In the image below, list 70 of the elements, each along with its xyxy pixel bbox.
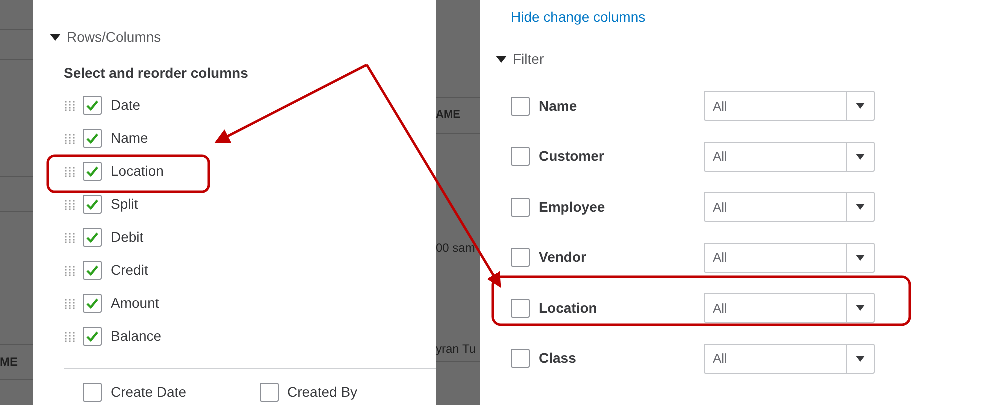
checkbox[interactable] — [83, 96, 102, 115]
checkbox[interactable] — [511, 147, 530, 166]
drag-handle-icon[interactable] — [65, 332, 75, 342]
caret-down-icon — [856, 204, 865, 210]
checkbox[interactable] — [511, 198, 530, 217]
checkbox[interactable] — [83, 162, 102, 181]
caret-down-icon — [856, 356, 865, 362]
filter-label: Location — [539, 298, 598, 318]
checkbox[interactable] — [83, 195, 102, 214]
checkbox[interactable] — [511, 298, 530, 318]
drag-handle-icon[interactable] — [65, 166, 75, 176]
filter-label: Name — [539, 96, 578, 116]
table-cell-text: yran Tu — [436, 341, 476, 358]
section-title[interactable]: Filter — [513, 48, 544, 70]
checkmark-icon — [86, 166, 99, 177]
column-label: Balance — [111, 327, 162, 346]
caret-down-icon[interactable] — [496, 54, 507, 64]
column-label: Created By — [288, 382, 358, 402]
filter-label: Vendor — [539, 248, 588, 268]
drag-handle-icon[interactable] — [65, 266, 75, 276]
column-label: Split — [111, 195, 138, 214]
checkmark-icon — [86, 265, 99, 276]
checkbox[interactable] — [511, 96, 530, 116]
checkbox[interactable] — [511, 349, 530, 368]
filter-label: Class — [539, 349, 578, 368]
drag-handle-icon[interactable] — [65, 100, 75, 110]
column-header: AME — [436, 108, 460, 124]
filter-dropdown[interactable]: All — [704, 344, 875, 374]
column-label: Debit — [111, 228, 144, 247]
column-header: ME — [0, 354, 18, 371]
column-label: Date — [111, 96, 141, 115]
column-label: Location — [111, 162, 164, 181]
checkbox[interactable] — [83, 382, 102, 402]
caret-down-icon — [856, 305, 865, 312]
column-label: Create Date — [111, 382, 186, 402]
checkmark-icon — [86, 331, 99, 342]
section-heading: Select and reorder columns — [64, 64, 248, 82]
section-title[interactable]: Rows/Columns — [67, 26, 162, 48]
caret-down-icon — [856, 254, 865, 261]
drag-handle-icon[interactable] — [65, 134, 75, 144]
checkmark-icon — [86, 133, 99, 144]
checkbox[interactable] — [83, 261, 102, 280]
column-label: Name — [111, 129, 148, 148]
column-label: Credit — [111, 261, 148, 280]
checkbox[interactable] — [260, 382, 278, 402]
hide-columns-link[interactable]: Hide change columns — [511, 6, 646, 28]
checkbox[interactable] — [83, 327, 102, 346]
checkbox[interactable] — [83, 129, 102, 148]
checkmark-icon — [86, 100, 99, 111]
filter-dropdown[interactable]: All — [704, 242, 875, 273]
caret-down-icon — [856, 154, 865, 160]
checkmark-icon — [86, 232, 99, 243]
checkbox[interactable] — [511, 248, 530, 268]
filter-label: Employee — [539, 198, 606, 217]
filter-dropdown[interactable]: All — [704, 142, 875, 172]
drag-handle-icon[interactable] — [65, 200, 75, 210]
drag-handle-icon[interactable] — [65, 298, 75, 308]
column-label: Amount — [111, 294, 160, 313]
filter-dropdown[interactable]: All — [704, 293, 875, 324]
caret-down-icon — [856, 103, 865, 110]
drag-handle-icon[interactable] — [65, 232, 75, 242]
filter-dropdown[interactable]: All — [704, 192, 875, 222]
checkmark-icon — [86, 199, 99, 210]
checkbox[interactable] — [83, 294, 102, 313]
table-cell-text: 00 sam — [436, 240, 476, 257]
filter-dropdown[interactable]: All — [704, 91, 875, 122]
filter-label: Customer — [539, 147, 606, 166]
checkbox[interactable] — [83, 228, 102, 247]
checkmark-icon — [86, 298, 99, 309]
caret-down-icon[interactable] — [50, 32, 61, 42]
